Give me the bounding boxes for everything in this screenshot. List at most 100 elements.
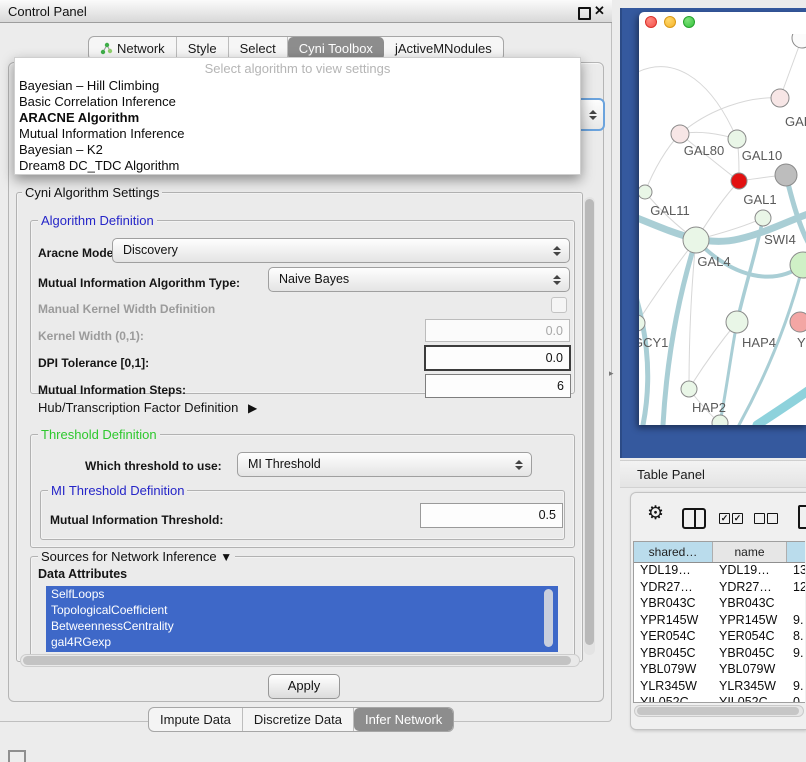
settings-horizontal-scrollbar[interactable]: [20, 654, 580, 667]
node-label: SWI4: [764, 232, 796, 247]
gear-icon[interactable]: ⚙: [647, 504, 664, 523]
table-cell: YLR345W: [713, 679, 787, 696]
node-label: GAL11: [650, 203, 690, 218]
algorithm-option[interactable]: Bayesian – K2: [15, 142, 580, 158]
attribute-item[interactable]: SelfLoops: [46, 586, 558, 602]
settings-vertical-scrollbar[interactable]: [584, 197, 595, 655]
tab-label: jActiveMNodules: [395, 41, 492, 56]
aracne-mode-select[interactable]: Discovery: [112, 238, 570, 263]
network-node-gal10[interactable]: [728, 130, 746, 148]
hub-definition-toggle[interactable]: Hub/Transcription Factor Definition ▶: [38, 400, 257, 415]
tab-infer-network[interactable]: Infer Network: [354, 708, 453, 731]
network-node-hap2[interactable]: [681, 381, 697, 397]
mi-threshold-label: Mutual Information Threshold:: [50, 513, 223, 527]
scrollbar-thumb[interactable]: [23, 656, 571, 665]
which-threshold-select[interactable]: MI Threshold: [237, 452, 532, 477]
column-header[interactable]: A: [787, 542, 805, 562]
which-threshold-label: Which threshold to use:: [85, 459, 222, 473]
table-cell: 9.: [787, 646, 805, 663]
table-body: YDL19…YDL19…13YDR27…YDR27…12YBR043CYBR04…: [634, 563, 805, 703]
close-icon[interactable]: ✕: [594, 3, 605, 19]
table-row[interactable]: YER054CYER054C8.: [634, 629, 805, 646]
network-canvas[interactable]: GALGAL80GAL10GAL11GAL1SWI4GAL4GCY1HAP4YH…: [639, 34, 806, 425]
network-node-swi4[interactable]: [755, 210, 771, 226]
table-row[interactable]: YBR043CYBR043C: [634, 596, 805, 613]
network-node-gal4[interactable]: [683, 227, 709, 253]
network-node-gal[interactable]: [771, 89, 789, 107]
network-node[interactable]: [790, 252, 806, 278]
attribute-item[interactable]: gal4RGexp: [46, 634, 558, 650]
algorithm-option[interactable]: ARACNE Algorithm: [15, 110, 580, 126]
column-header[interactable]: name: [713, 542, 787, 562]
collapsed-panel-icon[interactable]: [8, 750, 26, 762]
apply-button[interactable]: Apply: [268, 674, 340, 699]
mi-threshold-title: MI Threshold Definition: [48, 483, 187, 498]
network-node-gal80[interactable]: [671, 125, 689, 143]
table-row[interactable]: YPR145WYPR145W9.: [634, 613, 805, 630]
scrollbar-thumb[interactable]: [585, 199, 594, 645]
panel-title: Control Panel: [8, 4, 87, 19]
unchecked-box-icon[interactable]: [767, 513, 778, 524]
column-view-icon[interactable]: [682, 508, 706, 529]
table-row[interactable]: YIL052CYIL052C0: [634, 695, 805, 703]
sources-title[interactable]: Sources for Network Inference ▼: [38, 549, 235, 564]
disclosure-down-icon[interactable]: ▼: [220, 550, 232, 564]
table-horizontal-scrollbar[interactable]: [634, 705, 804, 717]
table-cell: YDL19…: [713, 563, 787, 580]
control-panel-titlebar[interactable]: Control Panel ✕: [0, 0, 612, 23]
split-pane-handle[interactable]: ▸: [609, 368, 614, 379]
attribute-item[interactable]: BetweennessCentrality: [46, 618, 558, 634]
network-node-y[interactable]: [790, 312, 806, 332]
list-scrollbar[interactable]: [544, 589, 553, 647]
network-node[interactable]: [792, 34, 806, 48]
mi-type-select[interactable]: Naive Bayes: [268, 267, 570, 292]
tab-impute-data[interactable]: Impute Data: [149, 708, 243, 731]
dpi-tolerance-field[interactable]: 0.0: [424, 345, 571, 371]
algorithm-option[interactable]: Bayesian – Hill Climbing: [15, 78, 580, 94]
data-attributes-list[interactable]: SelfLoopsTopologicalCoefficientBetweenne…: [46, 586, 558, 652]
mi-steps-field[interactable]: 6: [425, 374, 571, 398]
scrollbar-thumb[interactable]: [637, 707, 799, 715]
unchecked-box-icon[interactable]: [754, 513, 765, 524]
node-label: Y: [797, 335, 806, 350]
kernel-width-label: Kernel Width (0,1):: [38, 329, 144, 343]
algorithm-option[interactable]: Basic Correlation Inference: [15, 94, 580, 110]
close-light[interactable]: [645, 16, 657, 28]
network-node-hap4[interactable]: [726, 311, 748, 333]
table-panel-window: ⚙ ✓ ✓ shared…nameA YDL19…YDL19…13YDR27…Y…: [630, 492, 806, 730]
table-cell: YDR27…: [634, 580, 713, 597]
algorithm-option[interactable]: Dream8 DC_TDC Algorithm: [15, 158, 580, 174]
table-row[interactable]: YDR27…YDR27…12: [634, 580, 805, 597]
network-node[interactable]: [775, 164, 797, 186]
mi-threshold-field[interactable]: 0.5: [420, 503, 563, 528]
checked-box-icon[interactable]: ✓: [732, 513, 743, 524]
network-node-gal1[interactable]: [731, 173, 747, 189]
tab-discretize-data[interactable]: Discretize Data: [243, 708, 354, 731]
table-cell: 9.: [787, 613, 805, 630]
kernel-width-field[interactable]: 0.0: [425, 319, 570, 342]
algorithm-option[interactable]: Mutual Information Inference: [15, 126, 580, 142]
table-row[interactable]: YLR345WYLR345W9.: [634, 679, 805, 696]
node-label: GAL: [785, 114, 806, 129]
table-panel-header[interactable]: Table Panel: [620, 460, 806, 488]
float-window-icon[interactable]: [578, 7, 591, 20]
manual-kernel-checkbox[interactable]: [551, 297, 567, 313]
disclosure-right-icon[interactable]: ▶: [248, 401, 257, 415]
checked-box-icon[interactable]: ✓: [719, 513, 730, 524]
zoom-light[interactable]: [683, 16, 695, 28]
table-row[interactable]: YDL19…YDL19…13: [634, 563, 805, 580]
network-node[interactable]: [712, 415, 728, 425]
network-node-gal11[interactable]: [639, 185, 652, 199]
table-row[interactable]: YBL079WYBL079W: [634, 662, 805, 679]
table-cell: [787, 662, 805, 679]
node-label: HAP4: [742, 335, 776, 350]
attribute-item[interactable]: TopologicalCoefficient: [46, 602, 558, 618]
combo-arrows-icon: [515, 460, 523, 470]
network-window[interactable]: GALGAL80GAL10GAL11GAL1SWI4GAL4GCY1HAP4YH…: [639, 12, 806, 425]
document-icon[interactable]: [798, 505, 806, 529]
minimize-light[interactable]: [664, 16, 676, 28]
table-row[interactable]: YBR045CYBR045C9.: [634, 646, 805, 663]
mi-type-label: Mutual Information Algorithm Type:: [38, 276, 240, 290]
node-label: HAP2: [692, 400, 726, 415]
column-header[interactable]: shared…: [634, 542, 713, 562]
